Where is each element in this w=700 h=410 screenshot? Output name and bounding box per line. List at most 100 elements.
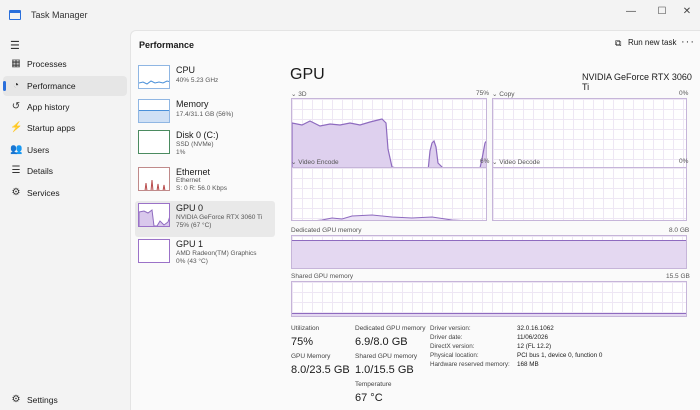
dedicated-gpu-memory-label: Dedicated GPU memory bbox=[355, 325, 426, 332]
services-icon: ⚙ bbox=[11, 187, 21, 198]
engine-video-decode-graph bbox=[492, 167, 687, 221]
details-icon: ☰ bbox=[11, 165, 21, 176]
gpu-memory-label: GPU Memory bbox=[291, 353, 331, 360]
utilization-label: Utilization bbox=[291, 325, 320, 332]
device-detail: 1% bbox=[176, 149, 186, 156]
device-name: Ethernet bbox=[176, 167, 211, 177]
title-bar: Task Manager — ☐ ✕ bbox=[0, 0, 700, 30]
sidebar-item-label: Startup apps bbox=[27, 123, 76, 133]
window-title: Task Manager bbox=[31, 10, 88, 20]
sidebar-item-label: Services bbox=[27, 188, 60, 198]
dedicated-gpu-memory-value: 6.9/8.0 GB bbox=[355, 336, 408, 348]
device-name: GPU 0 bbox=[176, 203, 204, 213]
sidebar: ☰ ▦ Processes ◔ Performance ↺ App histor… bbox=[0, 30, 130, 410]
engine-3d-max: 75% bbox=[476, 90, 490, 97]
device-detail: 0% (43 °C) bbox=[176, 258, 208, 265]
info-value-driver-date: 11/06/2026 bbox=[517, 334, 549, 341]
memory-mini-graph bbox=[138, 99, 170, 123]
sidebar-item-label: Users bbox=[27, 145, 50, 155]
run-task-icon: ⧉ bbox=[615, 38, 622, 48]
maximize-button[interactable]: ☐ bbox=[651, 4, 673, 20]
device-detail: 40% 5.23 GHz bbox=[176, 77, 219, 84]
device-name: GPU 1 bbox=[176, 239, 204, 249]
minimize-button[interactable]: — bbox=[620, 4, 642, 20]
sidebar-item-app-history[interactable]: ↺ App history bbox=[3, 97, 127, 117]
gpu-model-name: NVIDIA GeForce RTX 3060 Ti bbox=[582, 72, 692, 92]
sidebar-item-details[interactable]: ☰ Details bbox=[3, 161, 127, 181]
close-button[interactable]: ✕ bbox=[676, 4, 698, 20]
info-value-hardware-reserved: 168 MB bbox=[517, 361, 539, 368]
device-detail: SSD (NVMe) bbox=[176, 141, 214, 148]
page-title: Performance bbox=[139, 40, 195, 50]
shared-memory-label: Shared GPU memory bbox=[291, 273, 354, 280]
task-manager-icon bbox=[9, 10, 21, 20]
app-history-icon: ↺ bbox=[11, 101, 21, 112]
performance-icon: ◔ bbox=[12, 80, 20, 91]
sidebar-item-label: Details bbox=[27, 166, 53, 176]
users-icon: 👥 bbox=[10, 144, 23, 155]
shared-memory-fill bbox=[292, 313, 686, 316]
device-detail: 75% (67 °C) bbox=[176, 222, 212, 229]
device-name: Disk 0 (C:) bbox=[176, 130, 219, 140]
shared-gpu-memory-value: 1.0/15.5 GB bbox=[355, 364, 414, 376]
device-detail: NVIDIA GeForce RTX 3060 Ti bbox=[176, 214, 263, 221]
ethernet-mini-graph bbox=[138, 167, 170, 191]
dedicated-memory-label: Dedicated GPU memory bbox=[291, 227, 362, 234]
sidebar-item-startup-apps[interactable]: ⚡ Startup apps bbox=[3, 118, 127, 138]
dedicated-memory-max: 8.0 GB bbox=[669, 227, 690, 234]
sidebar-item-label: App history bbox=[27, 102, 70, 112]
device-detail: 17.4/31.1 GB (56%) bbox=[176, 111, 234, 118]
temperature-value: 67 °C bbox=[355, 392, 383, 404]
hamburger-menu-icon[interactable]: ☰ bbox=[10, 39, 20, 52]
run-new-task-button[interactable]: Run new task bbox=[628, 38, 676, 47]
engine-video-encode-label[interactable]: ⌄ Video Encode bbox=[291, 158, 339, 166]
device-name: CPU bbox=[176, 65, 196, 75]
engine-3d-label[interactable]: ⌄ 3D bbox=[291, 90, 307, 98]
info-key-driver-date: Driver date: bbox=[430, 334, 463, 341]
shared-memory-graph bbox=[291, 281, 687, 317]
device-detail: Ethernet bbox=[176, 177, 201, 184]
settings-icon: ⚙ bbox=[11, 394, 21, 405]
info-value-directx-version: 12 (FL 12.2) bbox=[517, 343, 552, 350]
info-value-driver-version: 32.0.16.1062 bbox=[517, 325, 554, 332]
info-key-directx-version: DirectX version: bbox=[430, 343, 475, 350]
utilization-value: 75% bbox=[291, 336, 314, 348]
device-ethernet[interactable]: Ethernet Ethernet S: 0 R: 56.0 Kbps bbox=[135, 165, 275, 201]
sidebar-item-services[interactable]: ⚙ Services bbox=[3, 183, 127, 203]
sidebar-item-processes[interactable]: ▦ Processes bbox=[3, 54, 127, 74]
info-value-physical-location: PCI bus 1, device 0, function 0 bbox=[517, 352, 603, 359]
shared-memory-max: 15.5 GB bbox=[666, 273, 690, 280]
shared-gpu-memory-label: Shared GPU memory bbox=[355, 353, 418, 360]
device-detail: S: 0 R: 56.0 Kbps bbox=[176, 185, 227, 192]
gpu1-mini-graph bbox=[138, 239, 170, 263]
device-disk[interactable]: Disk 0 (C:) SSD (NVMe) 1% bbox=[135, 128, 275, 164]
sidebar-item-label: Processes bbox=[27, 59, 67, 69]
sidebar-item-label: Performance bbox=[27, 81, 76, 91]
dedicated-memory-graph bbox=[291, 235, 687, 269]
engine-video-encode-graph bbox=[291, 167, 487, 221]
gpu0-mini-graph bbox=[138, 203, 170, 227]
more-options-button[interactable]: ··· bbox=[681, 36, 695, 48]
processes-icon: ▦ bbox=[11, 58, 21, 69]
disk-mini-graph bbox=[138, 130, 170, 154]
device-detail: AMD Radeon(TM) Graphics bbox=[176, 250, 257, 257]
info-key-hardware-reserved: Hardware reserved memory: bbox=[430, 361, 510, 368]
sidebar-item-settings[interactable]: ⚙ Settings bbox=[3, 390, 127, 410]
dedicated-memory-fill bbox=[292, 240, 686, 268]
startup-apps-icon: ⚡ bbox=[10, 122, 23, 133]
engine-copy-label[interactable]: ⌄ Copy bbox=[492, 90, 514, 98]
engine-copy-max: 0% bbox=[679, 90, 689, 97]
engine-video-decode-label[interactable]: ⌄ Video Decode bbox=[492, 158, 540, 166]
sidebar-item-users[interactable]: 👥 Users bbox=[3, 140, 127, 160]
info-key-physical-location: Physical location: bbox=[430, 352, 479, 359]
sidebar-item-label: Settings bbox=[27, 395, 58, 405]
device-gpu-0[interactable]: GPU 0 NVIDIA GeForce RTX 3060 Ti 75% (67… bbox=[135, 201, 275, 237]
device-gpu-1[interactable]: GPU 1 AMD Radeon(TM) Graphics 0% (43 °C) bbox=[135, 237, 275, 273]
device-name: Memory bbox=[176, 99, 209, 109]
sidebar-item-performance[interactable]: ◔ Performance bbox=[3, 76, 127, 96]
gpu-title: GPU bbox=[290, 66, 325, 83]
engine-video-encode-max: 6% bbox=[480, 158, 490, 165]
gpu-memory-value: 8.0/23.5 GB bbox=[291, 364, 350, 376]
device-cpu[interactable]: CPU 40% 5.23 GHz bbox=[135, 63, 275, 99]
engine-video-decode-max: 0% bbox=[679, 158, 689, 165]
